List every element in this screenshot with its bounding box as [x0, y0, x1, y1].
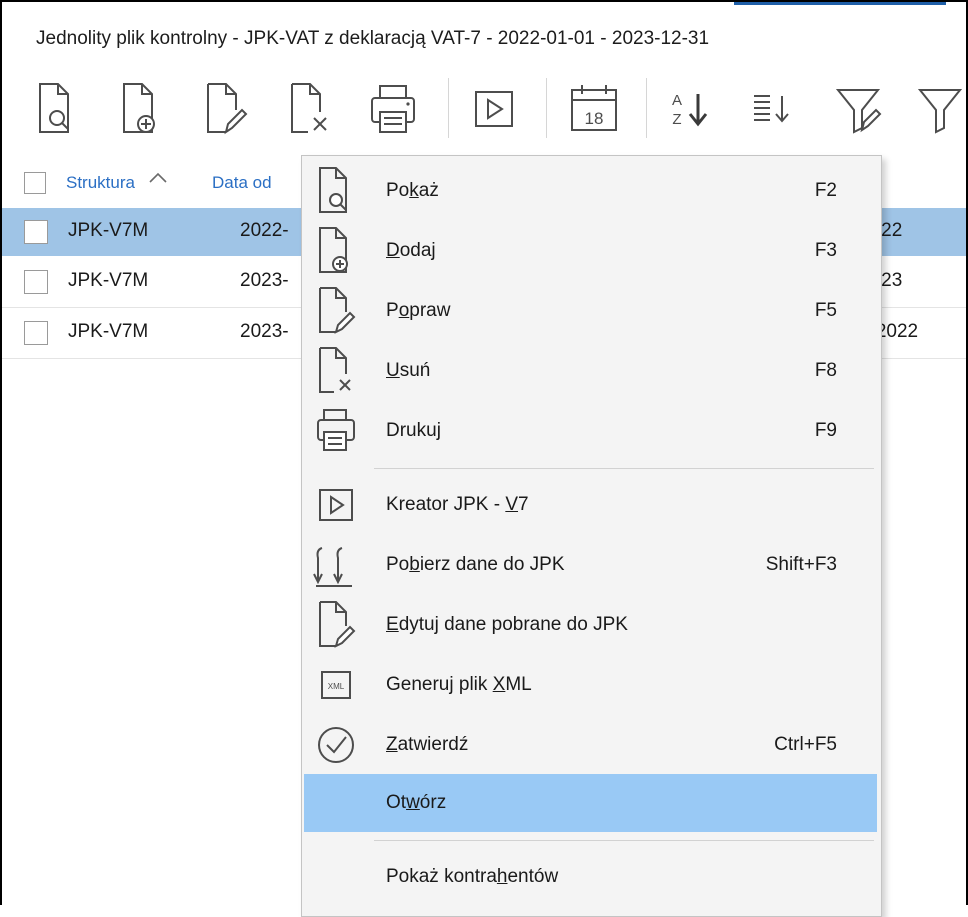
menu-item-label: Otwórz [386, 792, 447, 813]
menu-item-shortcut: F5 [814, 300, 837, 321]
menu-item-label: Pokaż [386, 180, 439, 201]
menu-item-label: Pokaż kontrahentów [386, 866, 559, 887]
cell-structure: JPK-V7M [68, 270, 149, 291]
menu-item-add[interactable]: Dodaj F3 [304, 222, 877, 280]
cell-date-from: 2023- [240, 270, 289, 291]
play-icon [475, 91, 513, 127]
menu-item-label: Dodaj [386, 240, 436, 261]
toolbar-separator [546, 78, 547, 138]
title-accent-bar [734, 2, 946, 5]
document-edit-icon [207, 83, 248, 135]
filter-icon [917, 89, 962, 134]
add-button[interactable] [120, 80, 168, 138]
printer-icon [317, 409, 355, 451]
download-arrows-icon [313, 547, 352, 587]
menu-separator [374, 468, 874, 469]
document-delete-icon [319, 347, 351, 393]
toolbar: 18 A Z [2, 70, 966, 150]
menu-item-label: Popraw [386, 300, 451, 321]
menu-item-shortcut: F3 [814, 240, 837, 261]
document-add-icon [123, 83, 155, 133]
wizard-button[interactable] [470, 80, 518, 138]
filter-edit-button[interactable] [834, 80, 882, 138]
menu-item-label: Zatwierdź [386, 734, 469, 755]
menu-item-generate-xml[interactable]: XML Generuj plik XML [304, 656, 877, 714]
menu-item-shortcut: Shift+F3 [765, 554, 837, 575]
menu-item-label: Pobierz dane do JPK [386, 554, 565, 575]
column-header-structure[interactable]: Struktura [66, 173, 135, 193]
sort-lines-icon [754, 95, 789, 123]
menu-item-label: Generuj plik XML [386, 674, 532, 695]
edit-button[interactable] [204, 80, 252, 138]
document-preview-icon [319, 167, 347, 213]
filter-button[interactable] [916, 80, 962, 138]
menu-item-shortcut: Ctrl+F5 [774, 734, 837, 755]
calendar-button[interactable]: 18 [568, 80, 617, 138]
menu-item-label: Usuń [386, 360, 431, 381]
menu-item-shortcut: F2 [814, 180, 837, 201]
row-checkbox[interactable] [24, 270, 48, 294]
select-all-checkbox[interactable] [24, 172, 46, 194]
checkmark-circle-icon [318, 727, 354, 763]
menu-item-edit-fetched[interactable]: Edytuj dane pobrane do JPK [304, 596, 877, 654]
document-edit-icon [319, 287, 356, 334]
row-checkbox[interactable] [24, 220, 48, 244]
column-header-date-from[interactable]: Data od [212, 173, 272, 193]
menu-item-label: Edytuj dane pobrane do JPK [386, 614, 628, 635]
toolbar-separator [646, 78, 647, 138]
print-button[interactable] [368, 80, 416, 138]
menu-item-label: Kreator JPK - V7 [386, 494, 529, 515]
menu-item-approve[interactable]: Zatwierdź Ctrl+F5 [304, 716, 877, 774]
row-checkbox[interactable] [24, 321, 48, 345]
calendar-day-text: 18 [585, 109, 604, 128]
menu-item-show[interactable]: Pokaż F2 [304, 162, 877, 220]
menu-item-shortcut: F8 [814, 360, 837, 381]
context-menu: Pokaż F2 Dodaj F3 Popraw F5 Usuń F8 Druk… [301, 155, 882, 917]
document-edit-icon [319, 601, 356, 648]
sort-lines-button[interactable] [748, 80, 796, 138]
sort-letter-a: A [672, 92, 682, 109]
window-title: Jednolity plik kontrolny - JPK-VAT z dek… [36, 28, 710, 49]
document-preview-icon [39, 83, 69, 133]
menu-item-label: Drukuj [386, 420, 441, 441]
play-icon [319, 489, 353, 521]
sort-letter-z: Z [672, 111, 681, 128]
xml-file-icon: XML [321, 671, 351, 699]
cell-date-from: 2023- [240, 321, 289, 342]
menu-item-delete[interactable]: Usuń F8 [304, 342, 877, 400]
cell-date-from: 2022- [240, 220, 289, 241]
filter-edit-icon [835, 89, 882, 134]
calendar-icon: 18 [571, 85, 617, 131]
cell-structure: JPK-V7M [68, 220, 149, 241]
menu-item-fetch-data[interactable]: Pobierz dane do JPK Shift+F3 [304, 536, 877, 594]
document-delete-icon [291, 83, 327, 133]
document-add-icon [319, 227, 348, 273]
sort-ascending-icon[interactable] [147, 168, 169, 188]
delete-button[interactable] [288, 80, 336, 138]
menu-item-wizard[interactable]: Kreator JPK - V7 [304, 476, 877, 534]
preview-button[interactable] [36, 80, 84, 138]
toolbar-separator [448, 78, 449, 138]
menu-item-correct[interactable]: Popraw F5 [304, 282, 877, 340]
sort-az-icon: A Z [672, 92, 708, 128]
menu-item-show-contractors[interactable]: Pokaż kontrahentów [304, 848, 877, 906]
sort-az-button[interactable]: A Z [666, 80, 714, 138]
menu-item-shortcut: F9 [814, 420, 837, 441]
printer-icon [371, 85, 415, 133]
cell-structure: JPK-V7M [68, 321, 149, 342]
menu-item-print[interactable]: Drukuj F9 [304, 402, 877, 460]
menu-item-open[interactable]: Otwórz [304, 774, 877, 832]
xml-icon-text: XML [328, 682, 345, 691]
menu-separator [374, 840, 874, 841]
